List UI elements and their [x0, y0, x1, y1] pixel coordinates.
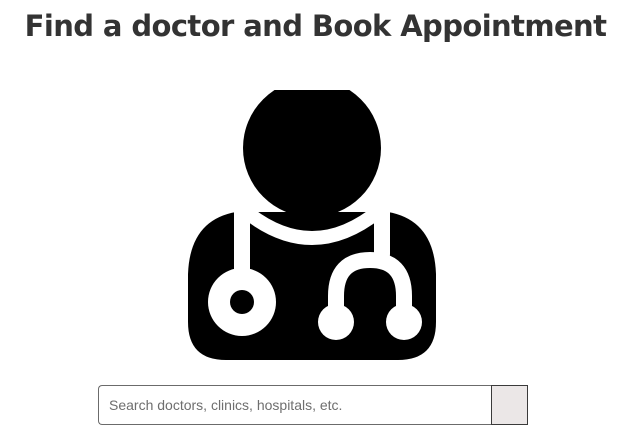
doctor-with-stethoscope-icon — [188, 90, 436, 360]
search-button[interactable] — [491, 385, 528, 425]
stethoscope-ear-tip-left — [318, 304, 354, 340]
page-title: Find a doctor and Book Appointment — [24, 9, 607, 43]
doctor-head — [243, 90, 381, 217]
stethoscope-ear-tip-right — [386, 304, 422, 340]
search-input[interactable] — [98, 385, 491, 425]
stethoscope-chest-piece-center — [230, 290, 254, 314]
doctor-search-form — [98, 385, 528, 425]
